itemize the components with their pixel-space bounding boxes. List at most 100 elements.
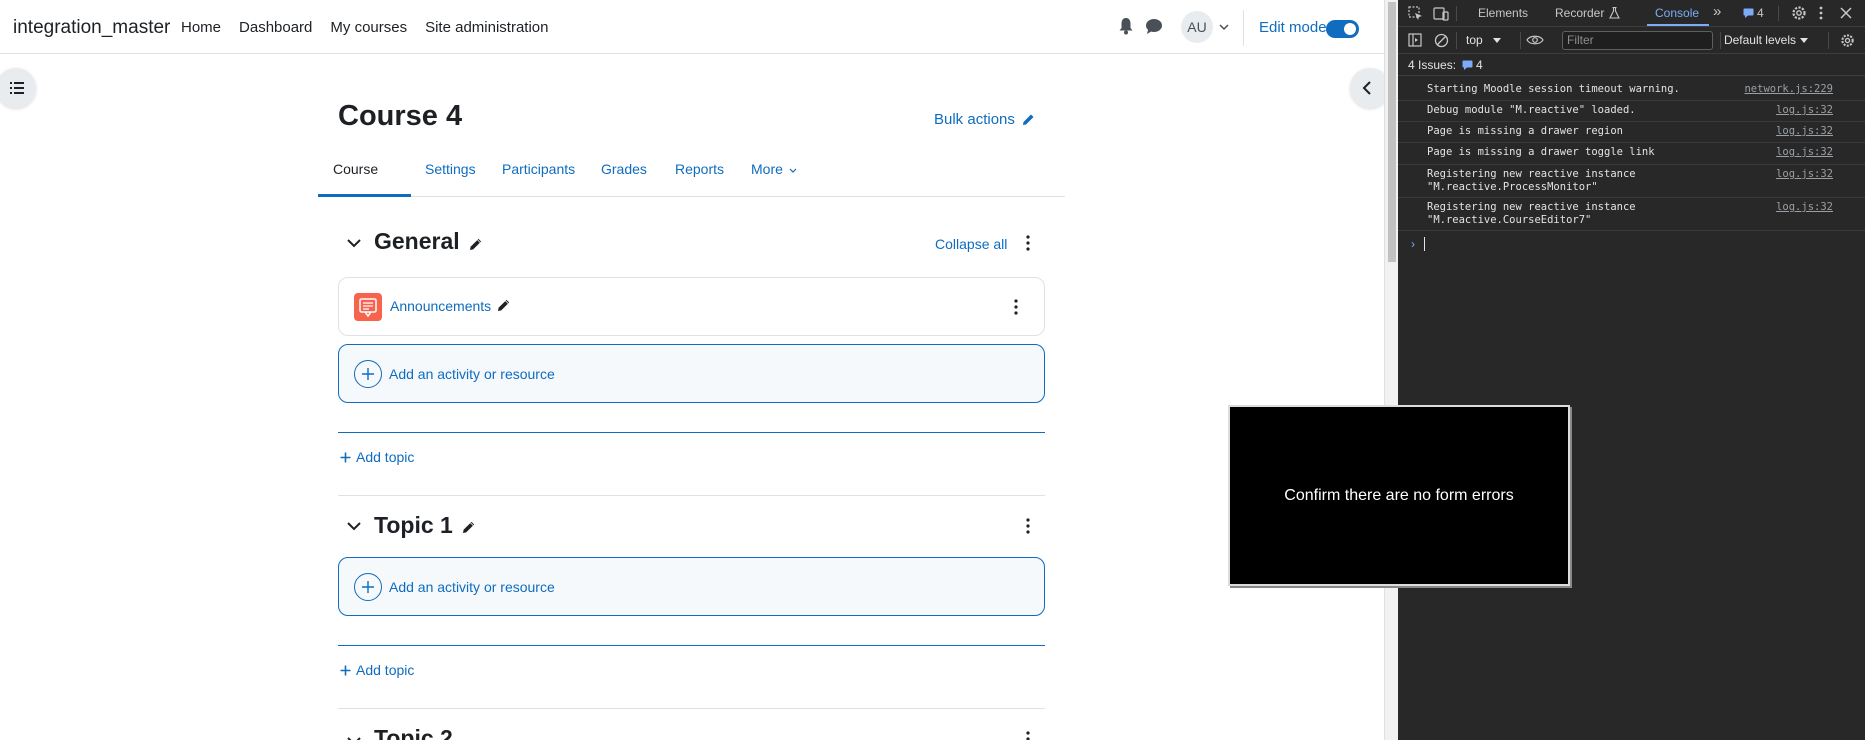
inspect-element-icon[interactable] bbox=[1408, 6, 1423, 21]
console-input-caret[interactable] bbox=[1424, 237, 1425, 251]
section-collapse-chevron-icon[interactable] bbox=[347, 238, 361, 248]
edit-section-name-pencil-icon[interactable] bbox=[468, 237, 483, 252]
issues-count: 4 bbox=[1476, 58, 1483, 72]
section-actions-kebab-icon[interactable] bbox=[1026, 731, 1030, 740]
plus-icon bbox=[362, 581, 374, 593]
tab-more[interactable]: More bbox=[751, 161, 797, 177]
add-activity-button[interactable]: Add an activity or resource bbox=[338, 344, 1045, 403]
edit-mode-toggle[interactable] bbox=[1326, 20, 1359, 38]
plus-circle-icon bbox=[354, 360, 382, 388]
toolbar-divider bbox=[1520, 32, 1521, 49]
tab-reports[interactable]: Reports bbox=[675, 161, 724, 177]
console-log-row: Page is missing a drawer toggle link log… bbox=[1398, 143, 1865, 165]
section-title-topic-2[interactable]: Topic 2 bbox=[374, 725, 453, 740]
section-separator bbox=[338, 708, 1045, 709]
console-log-source-link[interactable]: log.js:32 bbox=[1776, 104, 1833, 117]
more-tabs-chevron-icon[interactable]: » bbox=[1713, 3, 1721, 20]
add-topic-button[interactable]: Add topic bbox=[340, 449, 414, 465]
settings-gear-icon[interactable] bbox=[1791, 5, 1807, 21]
moodle-page: integration_master Home Dashboard My cou… bbox=[0, 0, 1384, 740]
edit-section-name-pencil-icon[interactable] bbox=[461, 520, 476, 535]
console-prompt-chevron-icon: › bbox=[1411, 237, 1415, 251]
top-navbar: integration_master Home Dashboard My cou… bbox=[0, 0, 1384, 54]
console-settings-gear-icon[interactable] bbox=[1840, 33, 1855, 48]
section-collapse-chevron-icon[interactable] bbox=[347, 521, 361, 531]
section-collapse-chevron-icon[interactable] bbox=[347, 736, 361, 740]
console-log-message: Page is missing a drawer region bbox=[1427, 125, 1623, 137]
console-log-row: Debug module "M.reactive" loaded. log.js… bbox=[1398, 101, 1865, 122]
context-selector[interactable]: top bbox=[1466, 33, 1501, 47]
user-menu-chevron-down-icon[interactable] bbox=[1219, 22, 1229, 32]
devtools-tab-recorder[interactable]: Recorder bbox=[1555, 6, 1604, 20]
clear-console-icon[interactable] bbox=[1434, 33, 1449, 48]
add-activity-button[interactable]: Add an activity or resource bbox=[338, 557, 1045, 616]
overlay-message-box: Confirm there are no form errors bbox=[1228, 405, 1570, 586]
chevron-down-icon bbox=[789, 168, 797, 173]
nav-my-courses[interactable]: My courses bbox=[330, 19, 407, 36]
toolbar-divider bbox=[1778, 6, 1779, 21]
add-topic-label: Add topic bbox=[356, 662, 415, 678]
collapse-all-link[interactable]: Collapse all bbox=[935, 236, 1007, 252]
toolbar-divider bbox=[1828, 32, 1829, 49]
plus-circle-icon bbox=[354, 573, 382, 601]
console-log-row: Registering new reactive instance "M.rea… bbox=[1398, 198, 1865, 231]
site-brand[interactable]: integration_master bbox=[13, 17, 170, 39]
log-levels-dropdown[interactable]: Default levels bbox=[1720, 33, 1808, 47]
page-scrollbar-thumb[interactable] bbox=[1388, 2, 1396, 262]
close-devtools-icon[interactable] bbox=[1840, 7, 1852, 19]
tab-grades[interactable]: Grades bbox=[601, 161, 647, 177]
devtools-tab-bar: Elements Recorder Console » 4 bbox=[1398, 0, 1865, 27]
add-topic-label: Add topic bbox=[356, 449, 415, 465]
course-index-drawer-button[interactable] bbox=[0, 68, 36, 108]
messages-chat-icon[interactable] bbox=[1145, 18, 1163, 35]
section-title-topic-1[interactable]: Topic 1 bbox=[374, 512, 453, 539]
page-scrollbar[interactable] bbox=[1384, 0, 1398, 740]
flask-icon bbox=[1609, 7, 1620, 19]
devtools-tab-elements[interactable]: Elements bbox=[1478, 6, 1528, 20]
issues-bar[interactable]: 4 Issues: 4 bbox=[1398, 54, 1865, 76]
nav-dashboard[interactable]: Dashboard bbox=[239, 19, 312, 36]
device-toolbar-icon[interactable] bbox=[1433, 6, 1449, 21]
tab-participants[interactable]: Participants bbox=[502, 161, 575, 177]
edit-activity-name-pencil-icon[interactable] bbox=[496, 298, 511, 313]
dropdown-triangle-icon bbox=[1800, 37, 1808, 43]
issues-label: 4 Issues: bbox=[1408, 58, 1457, 72]
bulk-actions-button[interactable]: Bulk actions bbox=[934, 111, 1035, 128]
nav-site-administration[interactable]: Site administration bbox=[425, 19, 548, 36]
tab-course[interactable]: Course bbox=[333, 161, 378, 177]
plus-icon bbox=[340, 665, 351, 675]
list-icon bbox=[10, 82, 24, 94]
console-log-source-link[interactable]: log.js:32 bbox=[1776, 201, 1833, 214]
notifications-bell-icon[interactable] bbox=[1118, 17, 1134, 35]
nav-home[interactable]: Home bbox=[181, 19, 221, 36]
section-actions-kebab-icon[interactable] bbox=[1026, 518, 1030, 534]
devtools-tab-console[interactable]: Console bbox=[1655, 6, 1699, 20]
section-actions-kebab-icon[interactable] bbox=[1026, 235, 1030, 251]
customize-kebab-icon[interactable] bbox=[1819, 5, 1823, 21]
console-filter-input[interactable]: Filter bbox=[1562, 31, 1713, 50]
activity-link-announcements[interactable]: Announcements bbox=[390, 298, 491, 314]
user-avatar[interactable]: AU bbox=[1181, 11, 1213, 43]
toolbar-divider bbox=[1456, 32, 1457, 49]
pencil-icon bbox=[1022, 114, 1034, 125]
devtools-panel: Elements Recorder Console » 4 top Filter… bbox=[1398, 0, 1865, 740]
forum-glyph-icon bbox=[359, 298, 377, 318]
tab-settings[interactable]: Settings bbox=[425, 161, 476, 177]
live-expression-eye-icon[interactable] bbox=[1526, 34, 1544, 46]
course-secondary-navigation: Course Settings Participants Grades Repo… bbox=[318, 148, 1065, 197]
toolbar-divider bbox=[1456, 6, 1457, 21]
overlay-message-text: Confirm there are no form errors bbox=[1284, 487, 1514, 504]
section-title-general[interactable]: General bbox=[374, 228, 460, 255]
console-log-source-link[interactable]: log.js:32 bbox=[1776, 168, 1833, 181]
activity-actions-kebab-icon[interactable] bbox=[1014, 299, 1018, 315]
issues-badge[interactable]: 4 bbox=[1743, 6, 1764, 20]
plus-icon bbox=[340, 452, 351, 462]
console-log-source-link[interactable]: log.js:32 bbox=[1776, 125, 1833, 138]
console-log-source-link[interactable]: network.js:229 bbox=[1744, 83, 1833, 96]
show-sidebar-icon[interactable] bbox=[1408, 33, 1422, 47]
section-divider bbox=[338, 432, 1045, 433]
console-log-message: Debug module "M.reactive" loaded. bbox=[1427, 104, 1636, 116]
add-topic-button[interactable]: Add topic bbox=[340, 662, 414, 678]
console-log-source-link[interactable]: log.js:32 bbox=[1776, 146, 1833, 159]
block-drawer-button[interactable] bbox=[1350, 68, 1384, 108]
